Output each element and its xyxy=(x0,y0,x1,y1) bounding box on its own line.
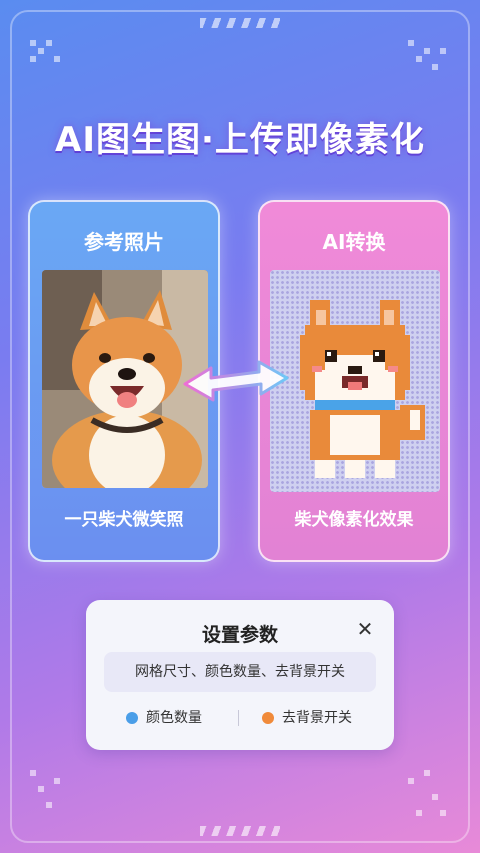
ai-conversion-caption: 柴犬像素化效果 xyxy=(294,510,414,530)
legend-label-color-count: 颜色数量 xyxy=(146,710,202,726)
pixel-decoration-top-right xyxy=(400,40,460,100)
reference-photo-caption: 一只柴犬微笑照 xyxy=(64,510,184,530)
close-icon[interactable]: ✕ xyxy=(354,618,376,640)
settings-panel: 设置参数 ✕ 网格尺寸、颜色数量、去背景开关 颜色数量 去背景开关 xyxy=(86,600,394,750)
pixel-shiba-image xyxy=(270,270,440,492)
pixel-shiba-illustration xyxy=(300,300,425,478)
stripe-decoration-bottom xyxy=(200,826,280,836)
stripe-decoration-top xyxy=(200,18,280,28)
reference-photo-label: 参考照片 xyxy=(84,230,164,254)
legend-label-remove-background: 去背景开关 xyxy=(282,710,352,726)
pixel-decoration-top-left xyxy=(30,40,90,100)
legend-divider xyxy=(238,710,239,726)
orange-dot-icon xyxy=(262,712,274,724)
ai-conversion-label: AI转换 xyxy=(322,230,386,254)
pixel-decoration-bottom-left xyxy=(30,770,90,830)
settings-legend: 颜色数量 去背景开关 xyxy=(86,706,394,730)
headline: AI图生图·上传即像素化 xyxy=(55,120,425,160)
blue-dot-icon xyxy=(126,712,138,724)
settings-title: 设置参数 xyxy=(201,624,278,646)
bidirectional-arrow-icon xyxy=(175,350,295,410)
settings-description: 网格尺寸、颜色数量、去背景开关 xyxy=(104,652,376,692)
pixel-decoration-bottom-right xyxy=(400,770,460,830)
